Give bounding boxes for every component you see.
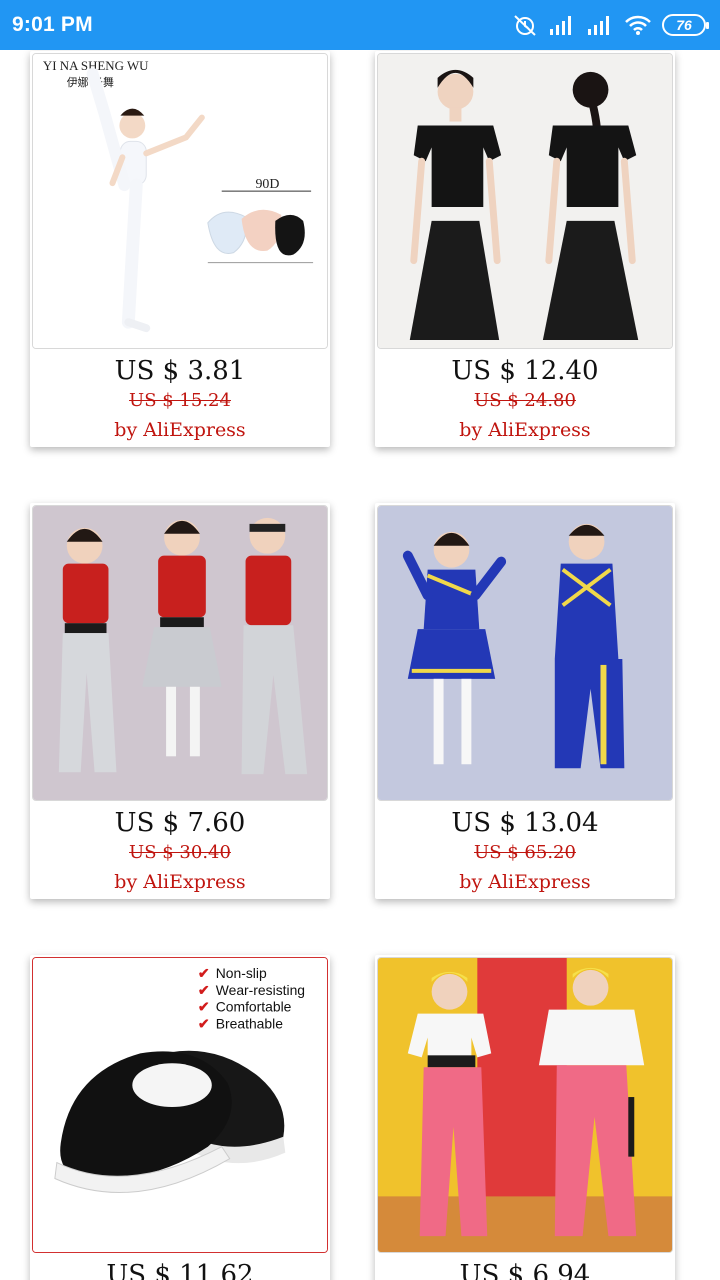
product-card[interactable]: US $ 7.60 US $ 30.40 by AliExpress xyxy=(30,503,330,899)
size-text: 90D xyxy=(255,177,279,192)
product-old-price: US $ 30.40 xyxy=(129,842,231,863)
black-cloth-shoes-image: ✔ Non-slip ✔ Wear-resisting ✔ Comfortabl… xyxy=(33,958,327,1252)
status-icons: 76 xyxy=(512,13,709,37)
ballet-tights-girl-image: YI NA SHENG WU 伊娜 圣舞 90D xyxy=(33,54,327,348)
product-card[interactable]: ✔ Non-slip ✔ Wear-resisting ✔ Comfortabl… xyxy=(30,955,330,1280)
check-icon: ✔ xyxy=(198,965,210,981)
product-card[interactable]: US $ 12.40 US $ 24.80 by AliExpress xyxy=(375,51,675,447)
check-icon: ✔ xyxy=(198,982,210,998)
product-image[interactable]: YI NA SHENG WU 伊娜 圣舞 90D xyxy=(32,53,328,349)
feature-text: Breathable xyxy=(216,1016,283,1032)
feature-text: Wear-resisting xyxy=(216,982,305,998)
product-price: US $ 12.40 xyxy=(451,356,599,386)
product-image[interactable] xyxy=(377,957,673,1253)
feature-text: Comfortable xyxy=(216,999,292,1015)
product-card[interactable]: YI NA SHENG WU 伊娜 圣舞 90D US $ 3.81 US $ … xyxy=(30,51,330,447)
product-grid: YI NA SHENG WU 伊娜 圣舞 90D US $ 3.81 US $ … xyxy=(0,50,720,1280)
sequin-hiphop-kids-image xyxy=(33,506,327,800)
product-seller[interactable]: by AliExpress xyxy=(30,869,330,899)
product-price: US $ 6.94 xyxy=(459,1260,591,1280)
product-price: US $ 11.62 xyxy=(106,1260,254,1280)
product-seller[interactable]: by AliExpress xyxy=(375,869,675,899)
check-icon: ✔ xyxy=(198,1016,210,1032)
battery-icon: 76 xyxy=(662,14,709,36)
pink-jogger-kids-image xyxy=(378,958,672,1252)
black-dance-dress-image xyxy=(378,54,672,348)
product-seller[interactable]: by AliExpress xyxy=(375,417,675,447)
signal-icon-1 xyxy=(548,14,576,36)
alarm-off-icon xyxy=(512,13,538,37)
product-old-price: US $ 65.20 xyxy=(474,842,576,863)
product-price: US $ 3.81 xyxy=(114,356,246,386)
status-time: 9:01 PM xyxy=(12,13,93,36)
signal-icon-2 xyxy=(586,14,614,36)
status-bar: 9:01 PM 76 xyxy=(0,0,720,50)
product-card[interactable]: US $ 13.04 US $ 65.20 by AliExpress xyxy=(375,503,675,899)
wifi-icon xyxy=(624,14,652,36)
product-image[interactable] xyxy=(377,53,673,349)
product-image[interactable] xyxy=(32,505,328,801)
product-old-price: US $ 15.24 xyxy=(129,390,231,411)
feature-text: Non-slip xyxy=(216,965,267,981)
product-image[interactable]: ✔ Non-slip ✔ Wear-resisting ✔ Comfortabl… xyxy=(32,957,328,1253)
product-old-price: US $ 24.80 xyxy=(474,390,576,411)
product-image[interactable] xyxy=(377,505,673,801)
cheerleader-uniform-image xyxy=(378,506,672,800)
product-price: US $ 7.60 xyxy=(114,808,246,838)
product-seller[interactable]: by AliExpress xyxy=(30,417,330,447)
product-price: US $ 13.04 xyxy=(451,808,599,838)
check-icon: ✔ xyxy=(198,999,210,1015)
product-card[interactable]: US $ 6.94 xyxy=(375,955,675,1280)
